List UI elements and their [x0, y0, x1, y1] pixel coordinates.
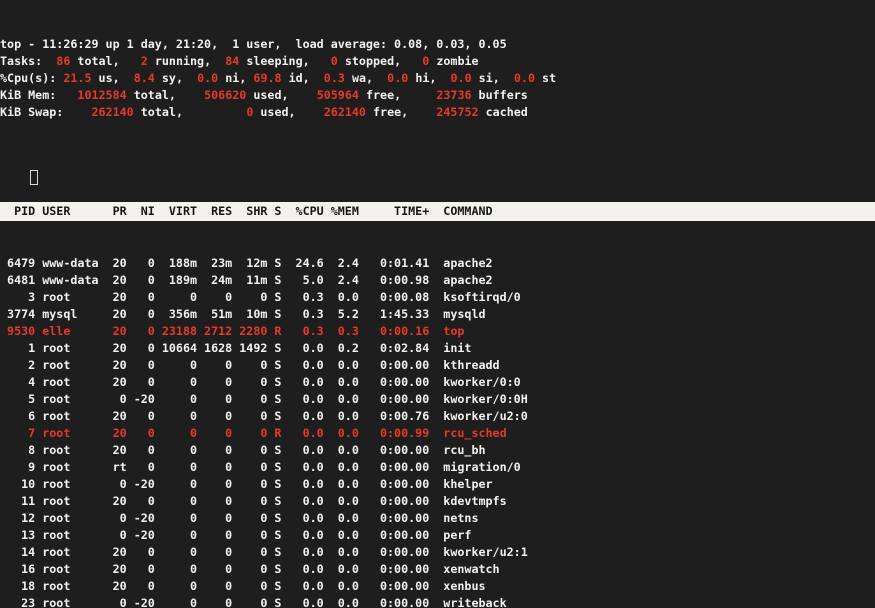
- process-row: 9 root rt 0 0 0 0 S 0.0 0.0 0:00.00 migr…: [0, 459, 875, 476]
- summary-uptime-line: top - 11:26:29 up 1 day, 21:20, 1 user, …: [0, 36, 875, 53]
- summary-text: hi,: [408, 71, 450, 85]
- process-row: 3 root 20 0 0 0 0 S 0.3 0.0 0:00.08 ksof…: [0, 289, 875, 306]
- summary-value: 0.0: [387, 71, 408, 85]
- summary-text: KiB Swap:: [0, 105, 91, 119]
- process-table-header: PID USER PR NI VIRT RES SHR S %CPU %MEM …: [0, 202, 875, 221]
- summary-value: 506620: [204, 88, 246, 102]
- summary-text: ni,: [218, 71, 253, 85]
- summary-text: running,: [148, 54, 225, 68]
- process-row: 23 root 0 -20 0 0 0 S 0.0 0.0 0:00.00 wr…: [0, 595, 875, 608]
- summary-text: total,: [70, 54, 140, 68]
- summary-value: 69.8: [253, 71, 281, 85]
- summary-value: 0: [331, 54, 338, 68]
- process-row: 12 root 0 -20 0 0 0 S 0.0 0.0 0:00.00 ne…: [0, 510, 875, 527]
- process-row: 3774 mysql 20 0 356m 51m 10m S 0.3 5.2 1…: [0, 306, 875, 323]
- summary-value: 84: [225, 54, 239, 68]
- process-row: 6481 www-data 20 0 189m 24m 11m S 5.0 2.…: [0, 272, 875, 289]
- terminal-window[interactable]: top - 11:26:29 up 1 day, 21:20, 1 user, …: [0, 0, 875, 608]
- summary-value: 262140: [324, 105, 366, 119]
- summary-text: free,: [366, 105, 436, 119]
- top-summary: top - 11:26:29 up 1 day, 21:20, 1 user, …: [0, 34, 875, 121]
- summary-text: KiB Mem:: [0, 88, 77, 102]
- summary-text: used,: [246, 88, 316, 102]
- summary-swap-line: KiB Swap: 262140 total, 0 used, 262140 f…: [0, 104, 875, 121]
- summary-text: id,: [282, 71, 324, 85]
- summary-text: si,: [472, 71, 514, 85]
- summary-mem-line: KiB Mem: 1012584 total, 506620 used, 505…: [0, 87, 875, 104]
- summary-text: used,: [253, 105, 323, 119]
- process-row: 4 root 20 0 0 0 0 S 0.0 0.0 0:00.00 kwor…: [0, 374, 875, 391]
- summary-value: 0.0: [197, 71, 218, 85]
- process-row: 16 root 20 0 0 0 0 S 0.0 0.0 0:00.00 xen…: [0, 561, 875, 578]
- summary-text: wa,: [345, 71, 387, 85]
- summary-value: 2: [141, 54, 148, 68]
- summary-value: 8.4: [134, 71, 155, 85]
- summary-text: total,: [134, 105, 247, 119]
- summary-value: 262140: [91, 105, 133, 119]
- process-row: 13 root 0 -20 0 0 0 S 0.0 0.0 0:00.00 pe…: [0, 527, 875, 544]
- summary-value: 0.3: [324, 71, 345, 85]
- summary-text: %Cpu(s):: [0, 71, 63, 85]
- summary-text: stopped,: [338, 54, 422, 68]
- process-row: 7 root 20 0 0 0 0 R 0.0 0.0 0:00.99 rcu_…: [0, 425, 875, 442]
- process-row: 8 root 20 0 0 0 0 S 0.0 0.0 0:00.00 rcu_…: [0, 442, 875, 459]
- process-row: 5 root 0 -20 0 0 0 S 0.0 0.0 0:00.00 kwo…: [0, 391, 875, 408]
- summary-value: 23736: [436, 88, 471, 102]
- process-row: 10 root 0 -20 0 0 0 S 0.0 0.0 0:00.00 kh…: [0, 476, 875, 493]
- summary-text: top - 11:26:29 up 1 day, 21:20, 1 user, …: [0, 37, 507, 51]
- process-row: 9530 elle 20 0 23188 2712 2280 R 0.3 0.3…: [0, 323, 875, 340]
- summary-text: st: [535, 71, 556, 85]
- process-row: 6479 www-data 20 0 188m 23m 12m S 24.6 2…: [0, 255, 875, 272]
- process-table-rows: 6479 www-data 20 0 188m 23m 12m S 24.6 2…: [0, 255, 875, 608]
- summary-text: Tasks:: [0, 54, 56, 68]
- summary-text: sy,: [155, 71, 197, 85]
- process-row: 1 root 20 0 10664 1628 1492 S 0.0 0.2 0:…: [0, 340, 875, 357]
- summary-text: zombie: [429, 54, 478, 68]
- summary-cpu-line: %Cpu(s): 21.5 us, 8.4 sy, 0.0 ni, 69.8 i…: [0, 70, 875, 87]
- terminal-cursor: [30, 170, 38, 185]
- summary-value: 0.0: [451, 71, 472, 85]
- summary-value: 505964: [317, 88, 359, 102]
- summary-value: 86: [56, 54, 70, 68]
- summary-value: 21.5: [63, 71, 91, 85]
- process-row: 2 root 20 0 0 0 0 S 0.0 0.0 0:00.00 kthr…: [0, 357, 875, 374]
- summary-text: cached: [479, 105, 528, 119]
- process-row: 11 root 20 0 0 0 0 S 0.0 0.0 0:00.00 kde…: [0, 493, 875, 510]
- summary-text: sleeping,: [239, 54, 330, 68]
- summary-value: 1012584: [77, 88, 126, 102]
- summary-text: us,: [92, 71, 134, 85]
- summary-tasks-line: Tasks: 86 total, 2 running, 84 sleeping,…: [0, 53, 875, 70]
- process-row: 6 root 20 0 0 0 0 S 0.0 0.0 0:00.76 kwor…: [0, 408, 875, 425]
- process-row: 14 root 20 0 0 0 0 S 0.0 0.0 0:00.00 kwo…: [0, 544, 875, 561]
- summary-value: 0.0: [514, 71, 535, 85]
- process-row: 18 root 20 0 0 0 0 S 0.0 0.0 0:00.00 xen…: [0, 578, 875, 595]
- summary-text: buffers: [472, 88, 528, 102]
- summary-text: free,: [359, 88, 436, 102]
- summary-value: 245752: [436, 105, 478, 119]
- cursor-line: [0, 155, 875, 168]
- summary-text: total,: [127, 88, 204, 102]
